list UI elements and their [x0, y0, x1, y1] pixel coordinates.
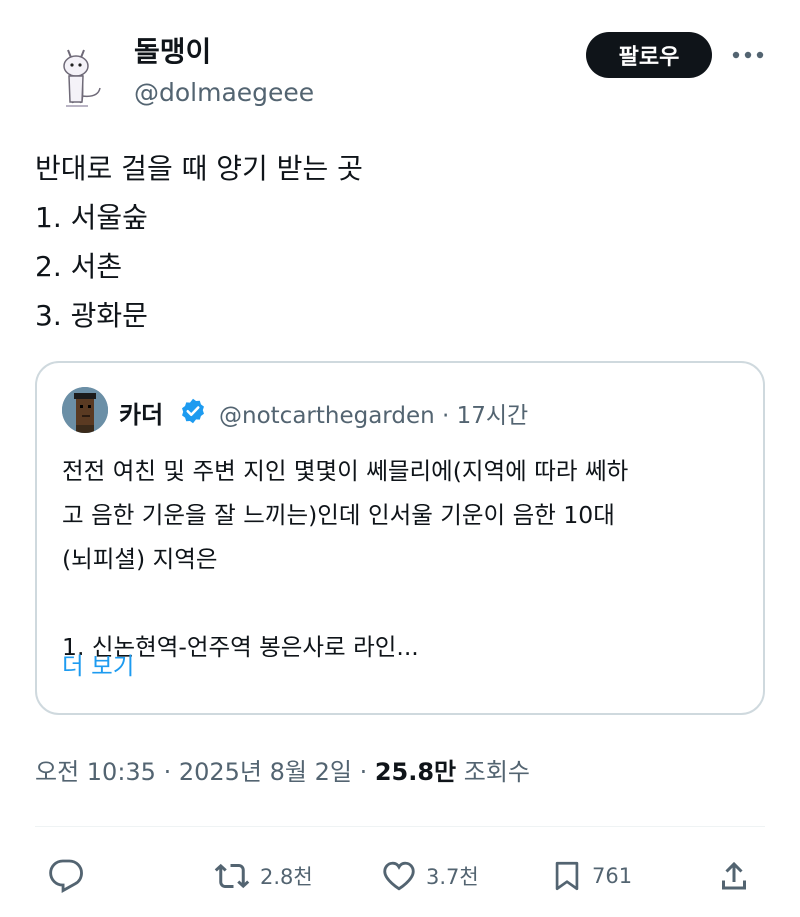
more-options-button[interactable]	[728, 40, 768, 70]
quote-line	[62, 581, 752, 625]
view-count: 25.8만	[374, 758, 457, 786]
quote-author-avatar	[62, 387, 108, 433]
quote-line: 전전 여친 및 주변 지인 몇몇이 쎄믈리에(지역에 따라 쎄하	[62, 457, 629, 485]
retweet-button[interactable]: 2.8천	[212, 848, 313, 904]
reply-icon	[49, 859, 83, 893]
tweet-header: 돌맹이 @dolmaegeee 팔로우	[0, 0, 800, 130]
like-button[interactable]: 3.7천	[380, 848, 479, 904]
quote-author-name: 카더	[119, 401, 164, 429]
author-display-name[interactable]: 돌맹이	[134, 30, 211, 70]
tweet-line: 반대로 걸을 때 양기 받는 곳	[35, 152, 363, 185]
show-more-link[interactable]: 더 보기	[62, 647, 134, 681]
more-dots-icon	[732, 51, 764, 59]
follow-button[interactable]: 팔로우	[586, 32, 712, 78]
quote-body: 전전 여친 및 주변 지인 몇몇이 쎄믈리에(지역에 따라 쎄하 고 음한 기운…	[62, 449, 752, 669]
heart-icon	[383, 861, 415, 891]
view-label: 조회수	[456, 758, 531, 786]
cat-avatar-icon	[38, 36, 118, 116]
quote-handle-time: @notcarthegarden · 17시간	[219, 403, 529, 429]
quote-line: (뇌피셜) 지역은	[62, 545, 218, 573]
author-handle[interactable]: @dolmaegeee	[134, 78, 314, 107]
verified-badge-icon	[182, 398, 204, 424]
retweet-icon	[214, 863, 250, 889]
tweet-line: 2. 서촌	[35, 250, 123, 283]
pixel-avatar-icon	[62, 387, 108, 433]
tweet-line: 3. 광화문	[35, 299, 148, 332]
like-count: 3.7천	[426, 865, 479, 889]
tweet-body: 반대로 걸을 때 양기 받는 곳 1. 서울숲 2. 서촌 3. 광화문	[35, 144, 765, 340]
quoted-tweet[interactable]: 카더 @notcarthegarden · 17시간 전전 여친 및 주변 지인…	[35, 361, 765, 715]
bookmark-icon	[555, 861, 579, 891]
tweet-timestamp[interactable]: 오전 10:35 · 2025년 8월 2일 ·	[35, 758, 375, 786]
author-avatar[interactable]	[38, 36, 118, 116]
retweet-count: 2.8천	[260, 865, 313, 889]
action-bar: 2.8천 3.7천 761	[0, 848, 800, 904]
reply-button[interactable]	[48, 848, 84, 904]
divider	[35, 826, 765, 827]
bookmark-button[interactable]: 761	[550, 848, 632, 904]
quote-line: 1. 신논현역-언주역 봉은사로 라인...	[62, 633, 419, 661]
share-icon	[722, 861, 746, 890]
bookmark-count: 761	[592, 864, 633, 888]
quote-line: 고 음한 기운을 잘 느끼는)인데 인서울 기운이 음한 10대	[62, 501, 615, 529]
tweet-meta: 오전 10:35 · 2025년 8월 2일 · 25.8만 조회수	[35, 752, 530, 787]
tweet-line: 1. 서울숲	[35, 201, 148, 234]
share-button[interactable]	[716, 848, 752, 904]
